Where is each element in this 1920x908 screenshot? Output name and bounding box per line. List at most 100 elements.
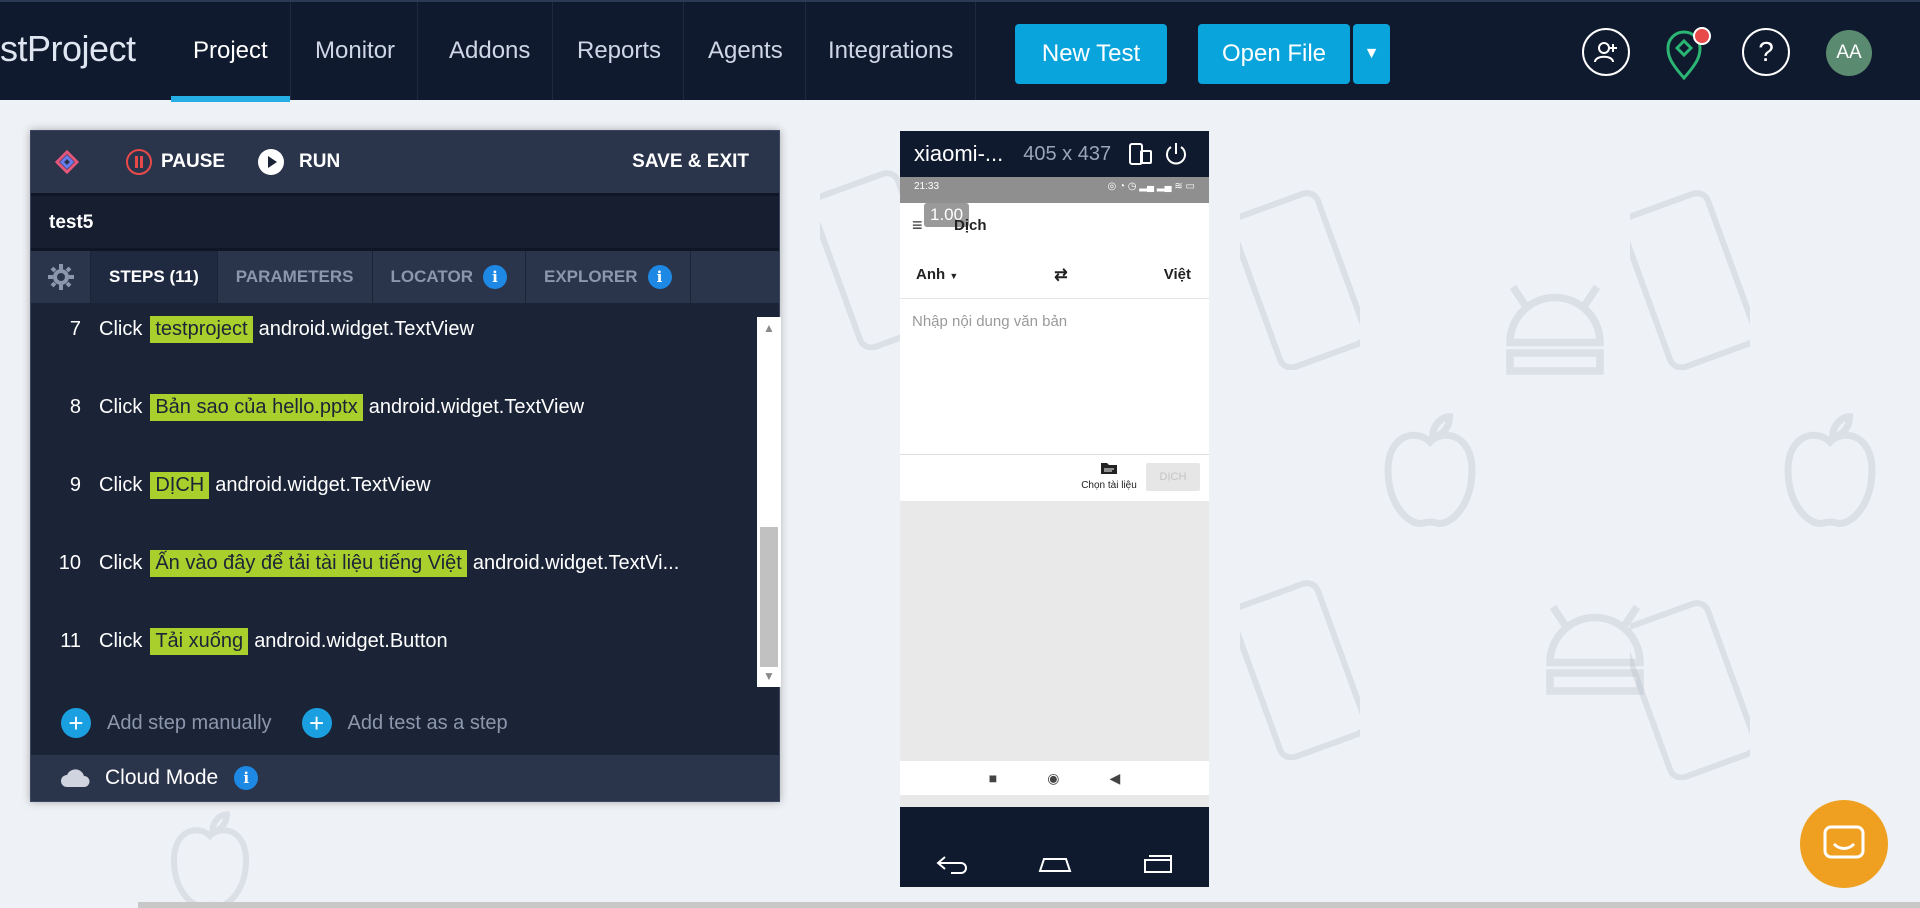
nav-agents[interactable]: Agents: [686, 2, 806, 100]
steps-scrollbar[interactable]: ▲ ▼: [757, 317, 781, 687]
add-step-row: + Add step manually + Add test as a step: [61, 703, 508, 743]
nav-addons[interactable]: Addons: [427, 2, 554, 100]
add-user-icon: [1594, 42, 1617, 63]
recorder-panel: PAUSE RUN SAVE & EXIT test5 STEPS (11) P…: [30, 130, 781, 802]
play-icon: [258, 149, 284, 175]
step-number: 10: [58, 551, 81, 574]
recent-apps-icon[interactable]: ■: [989, 770, 997, 786]
pause-icon: [126, 149, 152, 175]
step-element: android.widget.TextView: [215, 473, 431, 496]
step-target: Ấn vào đây để tải tài liệu tiếng Việt: [150, 549, 467, 577]
step-action: Click: [99, 395, 143, 418]
source-language-dropdown[interactable]: Anh ▼: [916, 266, 958, 283]
chat-bubble-icon: [1823, 825, 1865, 859]
tab-steps-label: STEPS (11): [109, 267, 199, 286]
recorder-tabs: STEPS (11) PARAMETERS LOCATOR i EXPLORER i: [31, 251, 779, 303]
step-target: Bản sao của hello.pptx: [150, 393, 363, 421]
step-row[interactable]: 9 Click DỊCH android.widget.TextView: [31, 465, 756, 505]
brand-logo[interactable]: stProject: [0, 28, 136, 70]
target-language-label[interactable]: Việt: [1164, 266, 1191, 283]
scroll-down-arrow-icon[interactable]: ▼: [763, 669, 775, 683]
run-button[interactable]: RUN: [257, 131, 340, 193]
device-resolution: 405 x 437: [1023, 142, 1112, 165]
apple-logo-icon: [170, 811, 250, 908]
device-panel: xiaomi-... 405 x 437 21:33 ◎ ◔ ◷ ▂▄ ▂▄ ≋…: [900, 131, 1209, 887]
phone-outline-icon: [1630, 190, 1750, 370]
settings-tab[interactable]: [31, 251, 91, 303]
home-outline-icon[interactable]: [1038, 853, 1072, 875]
step-row[interactable]: 7 Click testproject android.widget.TextV…: [31, 309, 756, 349]
step-row[interactable]: 11 Click Tải xuống android.widget.Button: [31, 621, 756, 661]
plus-icon: +: [61, 708, 91, 738]
step-action: Click: [99, 473, 143, 496]
overview-icon[interactable]: [1141, 853, 1175, 875]
info-icon[interactable]: i: [647, 265, 672, 289]
apple-logo-icon: [1784, 413, 1876, 527]
hamburger-menu-icon[interactable]: ≡: [912, 215, 923, 236]
step-element: android.widget.TextView: [258, 317, 474, 340]
step-row[interactable]: 10 Click Ấn vào đây để tải tài liệu tiến…: [31, 543, 756, 583]
top-navigation-bar: stProject Project Monitor Addons Reports…: [0, 0, 1920, 102]
device-name: xiaomi-...: [914, 141, 1004, 166]
cloud-icon: [61, 769, 90, 787]
device-header: xiaomi-... 405 x 437: [900, 131, 1209, 177]
app-header: ≡ 1.00 Dịch: [900, 203, 1209, 251]
android-nav-bar: ■ ◉ ◀: [900, 761, 1209, 795]
user-avatar[interactable]: AA: [1826, 30, 1872, 76]
help-button[interactable]: ?: [1742, 28, 1790, 76]
tab-parameters[interactable]: PARAMETERS: [218, 251, 373, 303]
back-arrow-icon[interactable]: [935, 853, 969, 875]
phone-outline-icon: [1240, 580, 1360, 760]
scroll-up-arrow-icon[interactable]: ▲: [763, 321, 775, 335]
step-target: Tải xuống: [150, 627, 249, 655]
android-status-bar: 21:33 ◎ ◔ ◷ ▂▄ ▂▄ ≋ ▭: [900, 177, 1209, 203]
nav-monitor[interactable]: Monitor: [293, 2, 419, 100]
step-element: android.widget.TextVi...: [472, 551, 680, 574]
testproject-logo-button[interactable]: [49, 131, 85, 193]
agent-status-button[interactable]: [1662, 26, 1714, 82]
info-icon[interactable]: i: [234, 766, 259, 790]
save-exit-button[interactable]: SAVE & EXIT: [632, 131, 749, 193]
question-mark-icon: ?: [1758, 36, 1774, 67]
open-file-button[interactable]: Open File: [1198, 24, 1350, 84]
tab-explorer[interactable]: EXPLORER i: [526, 251, 691, 303]
test-name[interactable]: test5: [31, 193, 779, 251]
text-input-area[interactable]: Nhập nội dung văn bản: [900, 299, 1209, 455]
add-step-manually-link[interactable]: Add step manually: [107, 712, 272, 735]
home-icon[interactable]: ◉: [1047, 770, 1059, 787]
add-test-as-step-link[interactable]: Add test as a step: [348, 712, 508, 735]
translate-action-row: Chọn tài liệu DỊCH: [900, 455, 1209, 501]
status-time: 21:33: [914, 181, 940, 192]
tab-steps[interactable]: STEPS (11): [91, 251, 218, 303]
pause-button[interactable]: PAUSE: [125, 131, 225, 193]
chat-launcher-button[interactable]: [1800, 800, 1888, 888]
scrollbar-thumb[interactable]: [760, 527, 778, 667]
step-row[interactable]: 8 Click Bản sao của hello.pptx android.w…: [31, 387, 756, 427]
translate-button[interactable]: DỊCH: [1146, 463, 1200, 491]
plus-icon: +: [301, 708, 332, 738]
step-number: 11: [60, 629, 81, 652]
rotate-device-icon[interactable]: [1127, 141, 1153, 167]
invite-user-button[interactable]: [1582, 28, 1630, 76]
page-horizontal-scrollbar[interactable]: [138, 902, 1920, 908]
swap-languages-icon[interactable]: ⇄: [1054, 265, 1067, 285]
nav-integrations[interactable]: Integrations: [806, 2, 977, 100]
android-logo-icon: [1546, 604, 1644, 695]
step-number: 7: [69, 317, 81, 340]
choose-document-button[interactable]: Chọn tài liệu: [1076, 461, 1142, 491]
device-screen[interactable]: 21:33 ◎ ◔ ◷ ▂▄ ▂▄ ≋ ▭ ≡ 1.00 Dịch Anh ▼ …: [900, 177, 1209, 807]
new-test-button[interactable]: New Test: [1015, 24, 1167, 84]
apple-logo-icon: [1384, 413, 1476, 527]
open-file-dropdown-button[interactable]: ▼: [1353, 24, 1390, 84]
cloud-mode-label: Cloud Mode: [105, 766, 219, 789]
tab-locator-label: LOCATOR: [390, 267, 473, 286]
tab-locator[interactable]: LOCATOR i: [373, 251, 526, 303]
nav-project[interactable]: Project: [171, 2, 291, 102]
step-action: Click: [99, 629, 143, 652]
info-icon[interactable]: i: [483, 265, 507, 289]
app-title: Dịch: [954, 217, 987, 234]
nav-reports[interactable]: Reports: [555, 2, 685, 100]
back-icon[interactable]: ◀: [1109, 770, 1120, 787]
power-icon[interactable]: [1163, 141, 1189, 167]
caret-down-icon: ▼: [1363, 45, 1380, 62]
